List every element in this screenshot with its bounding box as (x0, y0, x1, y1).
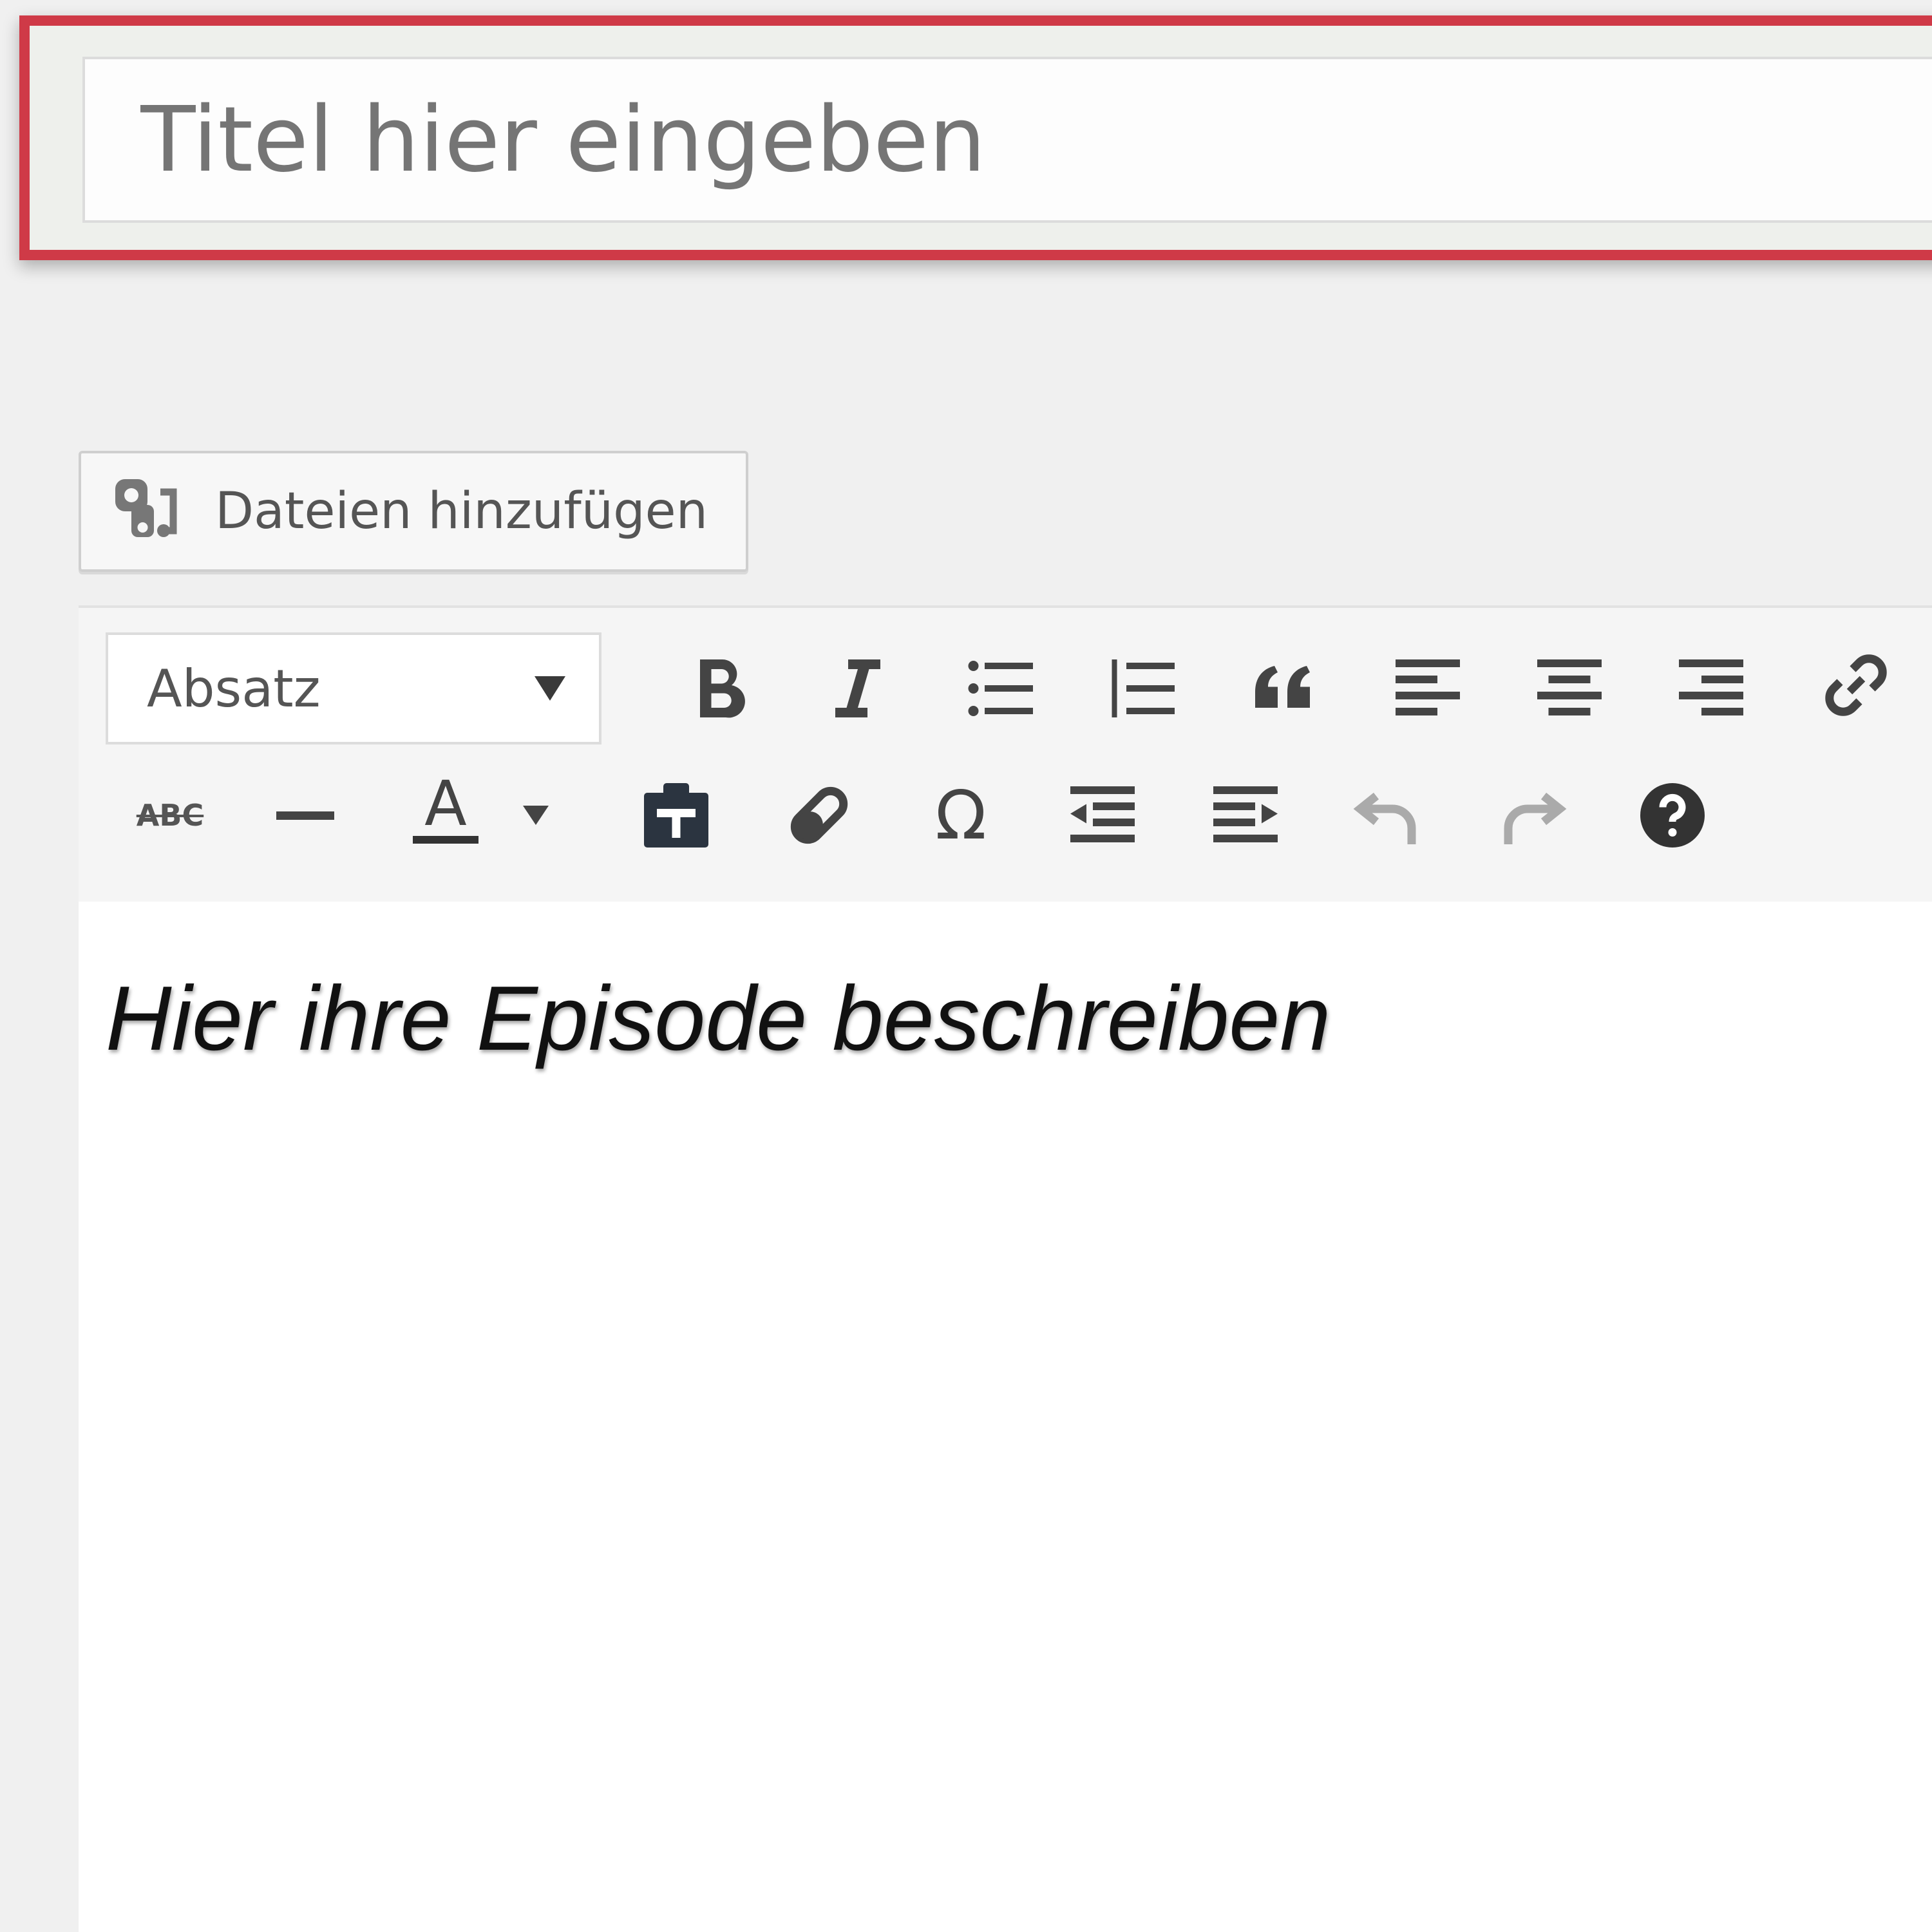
align-right-icon (1679, 659, 1743, 715)
undo-button[interactable] (1350, 777, 1428, 854)
bulleted-list-button[interactable] (962, 650, 1039, 727)
italic-button[interactable] (819, 650, 896, 727)
clear-formatting-icon (790, 786, 848, 844)
editor-placeholder-text: Hier ihre Episode beschreiben (106, 967, 1331, 1070)
add-media-icon (115, 479, 177, 537)
add-media-label: Dateien hinzufügen (215, 482, 708, 540)
align-center-button[interactable] (1531, 650, 1608, 727)
strikethrough-icon: ABC (136, 798, 204, 833)
horizontal-line-button[interactable] (267, 777, 344, 854)
help-button[interactable] (1634, 777, 1711, 854)
chevron-down-icon (523, 806, 549, 825)
italic-icon (835, 659, 880, 717)
bold-icon (700, 659, 745, 718)
special-character-button[interactable]: Ω (922, 776, 999, 855)
blockquote-icon (1255, 666, 1310, 708)
title-highlight-frame (19, 15, 1932, 260)
indent-icon (1213, 786, 1278, 842)
blockquote-button[interactable] (1245, 650, 1323, 727)
indent-button[interactable] (1207, 777, 1284, 854)
title-input[interactable] (82, 57, 1932, 223)
redo-icon (1504, 792, 1567, 844)
align-left-button[interactable] (1389, 650, 1466, 727)
redo-button[interactable] (1492, 777, 1569, 854)
editor-content-area[interactable]: Hier ihre Episode beschreiben (79, 902, 1932, 1932)
outdent-icon (1070, 786, 1135, 842)
paste-as-text-icon (644, 783, 708, 848)
strikethrough-button[interactable]: ABC (125, 777, 215, 854)
align-left-icon (1396, 659, 1460, 715)
bulleted-list-icon (968, 661, 1033, 716)
outdent-button[interactable] (1064, 777, 1141, 854)
help-icon (1640, 783, 1705, 848)
insert-link-icon (1825, 654, 1887, 716)
numbered-list-icon (1112, 659, 1175, 717)
horizontal-line-icon (276, 811, 334, 820)
numbered-list-button[interactable] (1104, 650, 1181, 727)
add-media-button[interactable]: Dateien hinzufügen (79, 451, 748, 572)
format-select[interactable]: Absatz (106, 632, 601, 744)
insert-link-button[interactable] (1817, 647, 1895, 724)
text-color-icon: A (413, 772, 478, 844)
text-color-button[interactable]: A (407, 769, 484, 846)
chevron-down-icon (535, 676, 565, 701)
format-select-value: Absatz (147, 658, 321, 719)
align-center-icon (1537, 659, 1602, 715)
text-color-dropdown[interactable] (510, 777, 562, 854)
editor-toolbar: Absatz ABC A Ω (79, 605, 1932, 902)
paste-as-text-button[interactable] (638, 777, 715, 854)
undo-icon (1353, 792, 1416, 844)
clear-formatting-button[interactable] (781, 777, 858, 854)
align-right-button[interactable] (1672, 650, 1750, 727)
bold-button[interactable] (681, 650, 758, 727)
special-character-icon: Ω (935, 776, 987, 855)
